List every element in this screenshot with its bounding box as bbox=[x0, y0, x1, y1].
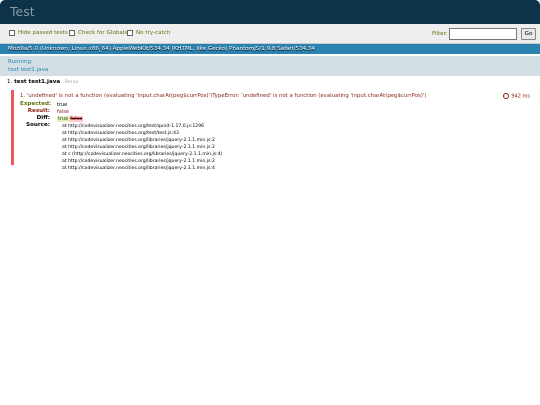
diff-label: Diff: bbox=[36, 115, 50, 121]
no-try-catch-option[interactable]: No try-catch bbox=[127, 30, 170, 36]
runtime: 942 ms bbox=[503, 93, 530, 100]
source-line: at http://codevisualizer.neocities.org/l… bbox=[62, 166, 215, 171]
no-try-catch-label[interactable]: No try-catch bbox=[136, 30, 170, 36]
qunit-toolbar: Hide passed tests Check for Globals No t… bbox=[0, 24, 540, 44]
runtime-value: 942 ms bbox=[511, 93, 530, 100]
source-line: at http://codevisualizer.neocities.org/t… bbox=[62, 124, 205, 129]
page-title: Test bbox=[10, 4, 35, 19]
expected-label: Expected: bbox=[20, 101, 52, 107]
hide-passed-option[interactable]: Hide passed tests bbox=[9, 30, 68, 36]
diff-inserted: true bbox=[57, 116, 70, 122]
assertion-failure: 1. 'undefined' is not a function (evalua… bbox=[11, 90, 534, 171]
result-label: Result: bbox=[27, 108, 50, 114]
hide-passed-checkbox[interactable] bbox=[9, 30, 15, 36]
clock-icon bbox=[503, 93, 510, 99]
status-running: Running: bbox=[8, 59, 33, 65]
failure-message: 1. 'undefined' is not a function (evalua… bbox=[20, 93, 427, 99]
hide-passed-label[interactable]: Hide passed tests bbox=[18, 30, 68, 36]
source-line: at http://codevisualizer.neocities.org/l… bbox=[62, 145, 215, 150]
test-item[interactable]: 1. test test1.java Rerun bbox=[7, 79, 78, 85]
expected-value: true bbox=[57, 102, 68, 108]
diff-value: true false bbox=[57, 116, 84, 122]
no-try-catch-checkbox[interactable] bbox=[127, 30, 133, 36]
check-globals-label[interactable]: Check for Globals bbox=[78, 30, 127, 36]
diff-deleted: false bbox=[69, 116, 84, 122]
result-value: false bbox=[57, 109, 69, 115]
source-line: at http://codevisualizer.neocities.org/t… bbox=[62, 131, 179, 136]
source-line: at http://codevisualizer.neocities.org/l… bbox=[62, 159, 215, 164]
user-agent-text: Mozilla/5.0 (Unknown; Linux x86_64) Appl… bbox=[8, 46, 315, 52]
user-agent-bar: Mozilla/5.0 (Unknown; Linux x86_64) Appl… bbox=[0, 44, 540, 54]
test-number: 1. bbox=[7, 79, 13, 85]
status-current-test: test test1.java bbox=[8, 67, 49, 73]
qunit-header: Test bbox=[0, 0, 540, 24]
test-status: Running: test test1.java bbox=[0, 56, 540, 76]
source-line: at http://codevisualizer.neocities.org/l… bbox=[62, 138, 215, 143]
check-globals-option[interactable]: Check for Globals bbox=[69, 30, 127, 36]
source-line: at c (http://codevisualizer.neocities.or… bbox=[62, 152, 223, 157]
rerun-link[interactable]: Rerun bbox=[65, 80, 79, 85]
test-name[interactable]: test test1.java bbox=[14, 79, 60, 85]
check-globals-checkbox[interactable] bbox=[69, 30, 75, 36]
source-label: Source: bbox=[26, 122, 50, 128]
go-button[interactable]: Go bbox=[521, 28, 536, 40]
filter-label: Filter: bbox=[432, 31, 448, 37]
filter-input[interactable] bbox=[449, 28, 517, 40]
